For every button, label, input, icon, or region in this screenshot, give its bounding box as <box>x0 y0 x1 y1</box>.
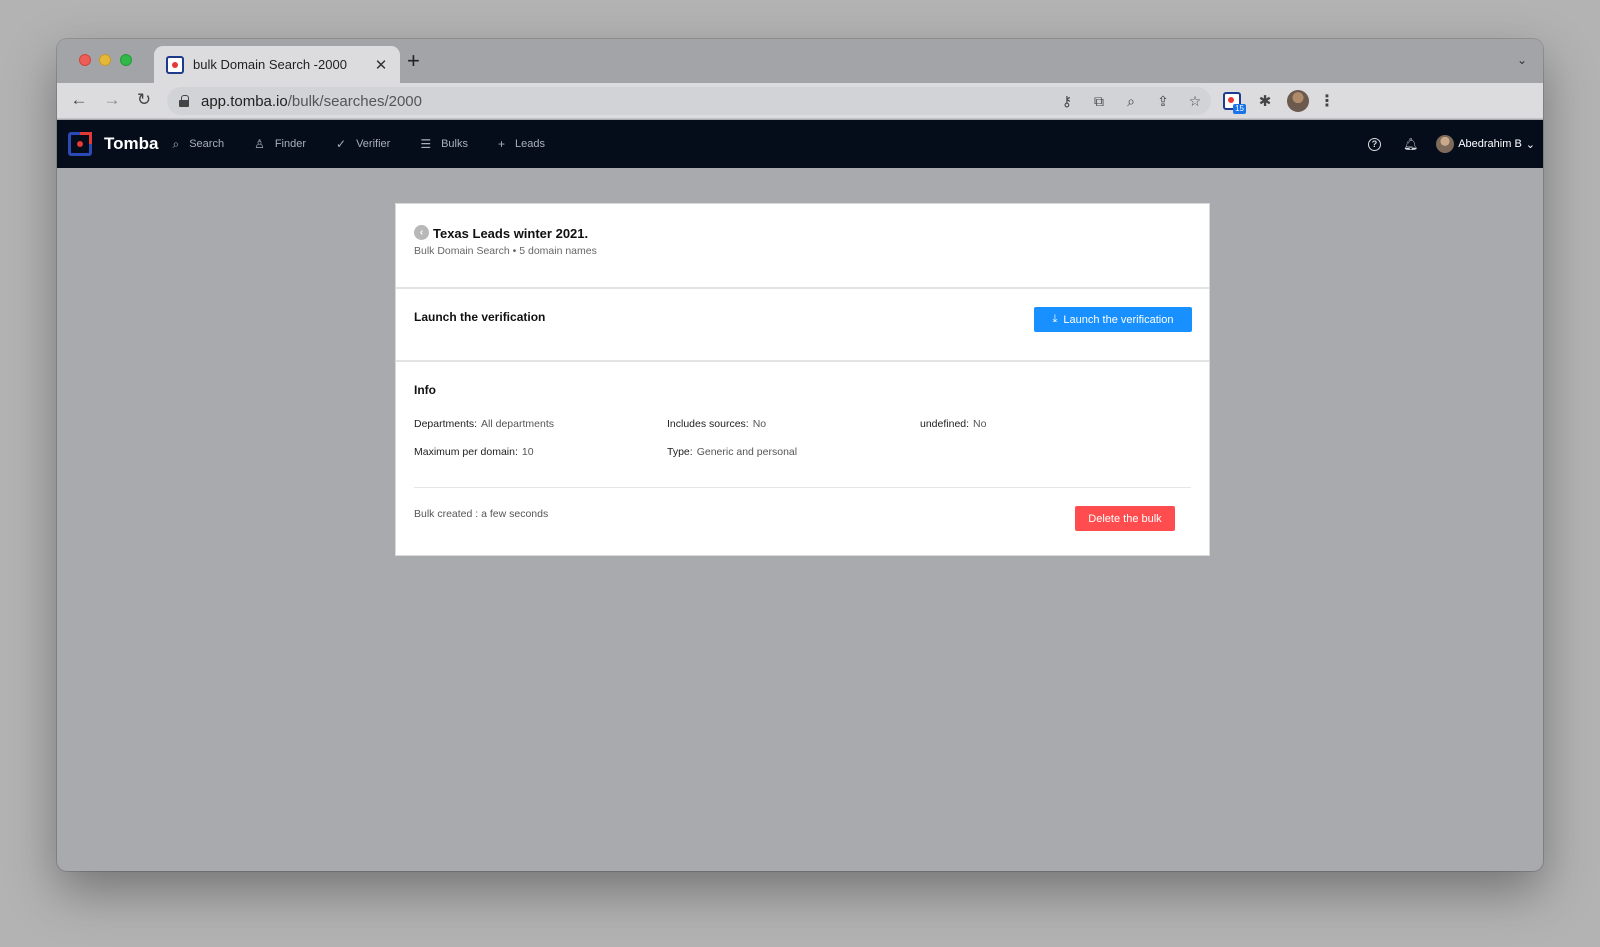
nav-item-label: Search <box>189 138 225 150</box>
tomba-logo-icon[interactable] <box>68 132 92 156</box>
zoom-icon[interactable]: ⌕ <box>1115 93 1147 110</box>
minimize-window-button[interactable] <box>99 54 111 66</box>
new-tab-button[interactable]: + <box>407 50 420 72</box>
info-section: Info Departments: All departments Include… <box>396 362 1209 557</box>
page-subtitle: Bulk Domain Search • 5 domain names <box>414 245 597 257</box>
info-value: 10 <box>521 446 534 458</box>
nav-item-search[interactable]: ⌕ Search <box>172 137 224 152</box>
key-icon[interactable]: ⚷ <box>1051 93 1083 110</box>
extension-area: 15 ✱ ⋮ <box>1215 89 1339 114</box>
browser-tab-active[interactable]: bulk Domain Search -2000 ✕ <box>154 46 400 83</box>
bookmark-star-icon[interactable]: ☆ <box>1179 93 1211 110</box>
address-bar[interactable]: app.tomba.io/bulk/searches/2000 ⚷ ⧉ ⌕ ⇪ … <box>167 87 1211 115</box>
tab-title: bulk Domain Search -2000 <box>193 57 347 72</box>
info-value: All departments <box>481 418 554 430</box>
nav-item-label: Leads <box>515 138 545 150</box>
tab-strip: bulk Domain Search -2000 ✕ + ⌄ <box>57 39 1543 83</box>
page-title: Texas Leads winter 2021. <box>433 226 589 241</box>
download-icon: ⤓ <box>1052 313 1058 325</box>
browser-window: bulk Domain Search -2000 ✕ + ⌄ ← → ↻ app… <box>57 39 1543 871</box>
launch-button-label: Launch the verification <box>1063 313 1174 326</box>
logo-text[interactable]: Tomba <box>104 134 158 154</box>
share-icon[interactable]: ⇪ <box>1147 93 1179 110</box>
info-value: No <box>973 418 987 430</box>
user-name[interactable]: Abedrahim B <box>1458 138 1522 150</box>
info-value: Generic and personal <box>696 446 798 458</box>
launch-verification-button[interactable]: ⤓ Launch the verification <box>1034 307 1192 332</box>
app-header: Tomba ⌕ Search ♙ Finder ✓ Verifier ☰ Bul… <box>57 120 1543 168</box>
tomba-favicon-icon <box>166 55 184 74</box>
bulk-created-text: Bulk created : a few seconds <box>414 508 549 520</box>
close-tab-icon[interactable]: ✕ <box>370 56 392 74</box>
search-icon: ⌕ <box>172 136 180 151</box>
nav-item-bulks[interactable]: ☰ Bulks <box>420 137 468 151</box>
nav-item-label: Bulks <box>441 138 468 150</box>
info-title: Info <box>414 383 436 397</box>
chevron-down-icon[interactable]: ⌄ <box>1526 138 1535 151</box>
user-icon: ♙ <box>254 137 265 151</box>
info-type: Type: Generic and personal <box>667 446 797 458</box>
bulk-detail-card: ‹ Texas Leads winter 2021. Bulk Domain S… <box>395 203 1210 556</box>
url-domain: app.tomba.io <box>201 92 288 110</box>
check-icon: ✓ <box>336 137 347 151</box>
info-label: Includes sources: <box>667 418 749 430</box>
profile-avatar[interactable] <box>1287 90 1309 112</box>
forward-arrow-icon[interactable]: → <box>101 90 123 110</box>
nav-item-leads[interactable]: + Leads <box>498 137 545 151</box>
tab-search-chevron-icon[interactable]: ⌄ <box>1517 53 1527 67</box>
info-undefined: undefined: No <box>920 418 986 430</box>
open-external-icon[interactable]: ⧉ <box>1083 93 1115 110</box>
close-window-button[interactable] <box>79 54 91 66</box>
main-nav: ⌕ Search ♙ Finder ✓ Verifier ☰ Bulks + L… <box>172 137 575 152</box>
card-header: ‹ Texas Leads winter 2021. Bulk Domain S… <box>396 204 1209 289</box>
back-icon[interactable]: ‹ <box>414 225 429 240</box>
nav-item-label: Verifier <box>356 138 391 150</box>
extensions-puzzle-icon[interactable]: ✱ <box>1249 92 1281 110</box>
info-value: No <box>752 418 767 430</box>
extension-badge: 15 <box>1233 104 1246 114</box>
info-label: Departments: <box>414 418 478 430</box>
maximize-window-button[interactable] <box>120 54 132 66</box>
header-right: ? 🔔︎ Abedrahim B ⌄ <box>1367 120 1535 168</box>
reload-icon[interactable]: ↻ <box>133 90 155 110</box>
bell-icon[interactable]: 🔔︎ <box>1403 137 1418 151</box>
url-path: /bulk/searches/2000 <box>287 92 422 110</box>
launch-section: Launch the verification ⤓ Launch the ver… <box>396 289 1209 362</box>
nav-item-verifier[interactable]: ✓ Verifier <box>336 137 390 151</box>
info-label: undefined: <box>920 418 970 430</box>
info-label: Maximum per domain: <box>414 446 518 458</box>
browser-toolbar: ← → ↻ app.tomba.io/bulk/searches/2000 ⚷ … <box>57 83 1543 119</box>
address-bar-actions: ⚷ ⧉ ⌕ ⇪ ☆ <box>1051 87 1211 115</box>
info-departments: Departments: All departments <box>414 418 554 430</box>
tomba-extension-icon[interactable]: 15 <box>1223 92 1246 114</box>
user-avatar[interactable] <box>1436 135 1455 153</box>
plus-icon: + <box>498 137 506 151</box>
back-arrow-icon[interactable]: ← <box>68 90 90 110</box>
list-icon: ☰ <box>420 137 432 151</box>
browser-menu-icon[interactable]: ⋮ <box>1315 91 1339 111</box>
divider <box>414 487 1191 488</box>
info-max-per-domain: Maximum per domain: 10 <box>414 446 534 458</box>
launch-section-title: Launch the verification <box>414 310 546 324</box>
info-label: Type: <box>667 446 693 458</box>
url-text[interactable]: app.tomba.io/bulk/searches/2000 <box>201 93 422 110</box>
nav-item-label: Finder <box>274 138 307 150</box>
delete-bulk-button[interactable]: Delete the bulk <box>1075 506 1175 531</box>
help-icon[interactable]: ? <box>1367 137 1381 151</box>
nav-item-finder[interactable]: ♙ Finder <box>254 137 306 151</box>
lock-icon[interactable] <box>179 95 189 107</box>
info-includes-sources: Includes sources: No <box>667 418 766 430</box>
